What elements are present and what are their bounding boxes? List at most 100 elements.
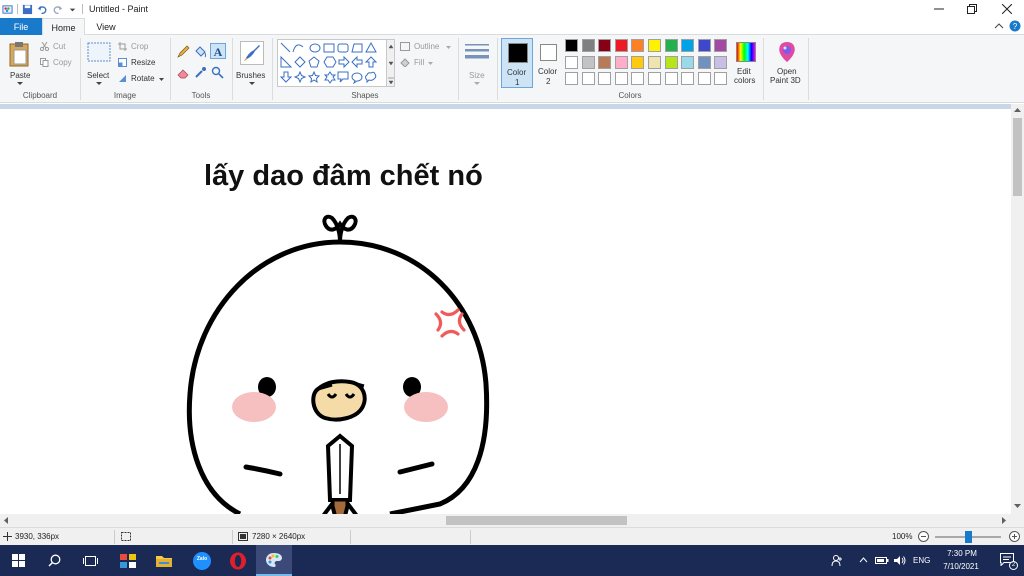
palette-color-swatch[interactable] bbox=[664, 55, 678, 69]
horizontal-scroll-thumb[interactable] bbox=[446, 516, 627, 525]
clock-time[interactable]: 7:30 PM bbox=[940, 549, 984, 558]
palette-color-swatch[interactable] bbox=[631, 55, 645, 69]
paste-button[interactable]: Paste bbox=[4, 39, 36, 87]
notification-center-button[interactable]: 2 bbox=[990, 545, 1024, 576]
palette-color-swatch[interactable] bbox=[598, 39, 612, 52]
help-icon[interactable]: ? bbox=[1009, 20, 1021, 32]
palette-color-swatch[interactable] bbox=[581, 72, 595, 85]
restore-button[interactable] bbox=[955, 0, 989, 18]
scroll-down-icon[interactable] bbox=[1014, 504, 1021, 509]
palette-color-swatch[interactable] bbox=[581, 39, 595, 52]
palette-color-swatch[interactable] bbox=[614, 72, 628, 85]
palette-color-swatch[interactable] bbox=[631, 39, 645, 52]
taskbar-app-photos[interactable] bbox=[110, 545, 146, 576]
palette-color-swatch[interactable] bbox=[681, 55, 695, 69]
palette-color-swatch[interactable] bbox=[565, 55, 578, 69]
palette-color-swatch[interactable] bbox=[664, 39, 678, 52]
shapes-gallery[interactable] bbox=[277, 39, 387, 87]
taskbar-app-paint[interactable] bbox=[256, 545, 292, 576]
brushes-button[interactable]: Brushes bbox=[236, 39, 268, 87]
palette-color-swatch[interactable] bbox=[598, 72, 612, 85]
undo-icon[interactable] bbox=[37, 4, 48, 15]
palette-color-swatch[interactable] bbox=[714, 39, 728, 52]
scroll-right-icon[interactable] bbox=[1002, 517, 1007, 524]
task-view-icon bbox=[82, 555, 98, 566]
color-spectrum-icon bbox=[736, 42, 756, 62]
people-icon[interactable] bbox=[831, 554, 844, 567]
palette-color-swatch[interactable] bbox=[614, 39, 628, 52]
zoom-in-icon[interactable] bbox=[1009, 531, 1020, 542]
palette-color-swatch[interactable] bbox=[598, 55, 612, 69]
palette-color-swatch[interactable] bbox=[681, 39, 695, 52]
pencil-icon[interactable] bbox=[177, 45, 190, 58]
tab-home[interactable]: Home bbox=[42, 18, 85, 36]
fill-button[interactable]: Fill bbox=[400, 57, 440, 69]
close-button[interactable] bbox=[990, 0, 1024, 18]
canvas-caption: lấy dao đâm chết nó bbox=[204, 160, 483, 192]
size-button[interactable]: Size bbox=[462, 39, 492, 87]
taskbar-app-file-explorer[interactable] bbox=[146, 545, 182, 576]
magnifier-icon[interactable] bbox=[211, 66, 224, 79]
palette-color-swatch[interactable] bbox=[581, 55, 595, 69]
zoom-slider-thumb[interactable] bbox=[965, 531, 972, 543]
scroll-left-icon[interactable] bbox=[4, 517, 9, 524]
canvas-area[interactable]: lấy dao đâm chết nó bbox=[0, 104, 1011, 514]
text-tool-button[interactable]: A bbox=[210, 43, 226, 59]
resize-button[interactable]: Resize bbox=[118, 57, 160, 69]
battery-icon[interactable] bbox=[875, 555, 889, 566]
clock-date[interactable]: 7/10/2021 bbox=[938, 562, 984, 571]
palette-color-swatch[interactable] bbox=[664, 72, 678, 85]
color-picker-icon[interactable] bbox=[194, 66, 207, 79]
select-button[interactable]: Select bbox=[84, 39, 114, 87]
color1-button[interactable]: Color 1 bbox=[501, 38, 533, 88]
vertical-scrollbar[interactable] bbox=[1011, 104, 1024, 514]
edit-colors-button[interactable]: Edit colors bbox=[733, 38, 759, 88]
task-view-button[interactable] bbox=[72, 545, 108, 576]
start-button[interactable] bbox=[0, 545, 36, 576]
palette-color-swatch[interactable] bbox=[697, 39, 711, 52]
minimize-button[interactable] bbox=[922, 0, 956, 18]
show-hidden-icons-chevron-icon[interactable] bbox=[859, 557, 868, 563]
tab-file[interactable]: File bbox=[0, 18, 42, 35]
palette-color-swatch[interactable] bbox=[714, 55, 728, 69]
eraser-icon[interactable] bbox=[177, 66, 190, 79]
palette-color-swatch[interactable] bbox=[714, 72, 728, 85]
vertical-scroll-thumb[interactable] bbox=[1013, 118, 1022, 196]
separator bbox=[114, 530, 115, 544]
zoom-out-icon[interactable] bbox=[918, 531, 929, 542]
redo-icon[interactable] bbox=[52, 4, 63, 15]
palette-color-swatch[interactable] bbox=[681, 72, 695, 85]
palette-color-swatch[interactable] bbox=[648, 39, 661, 52]
crop-button[interactable]: Crop bbox=[118, 41, 160, 53]
rounded-rectangle-shape-icon bbox=[337, 43, 349, 53]
shapes-scroll[interactable] bbox=[387, 39, 395, 87]
taskbar-app-zalo[interactable]: Zalo bbox=[184, 545, 220, 576]
palette-color-swatch[interactable] bbox=[648, 55, 661, 69]
taskbar-app-opera[interactable] bbox=[220, 545, 256, 576]
palette-color-swatch[interactable] bbox=[565, 72, 578, 85]
palette-color-swatch[interactable] bbox=[631, 72, 645, 85]
palette-color-swatch[interactable] bbox=[697, 55, 711, 69]
outline-button[interactable]: Outline bbox=[400, 41, 456, 53]
fill-bucket-icon[interactable] bbox=[194, 45, 207, 58]
rotate-button[interactable]: Rotate bbox=[118, 73, 166, 85]
palette-color-swatch[interactable] bbox=[614, 55, 628, 69]
copy-button[interactable]: Copy bbox=[40, 57, 76, 69]
scroll-up-icon[interactable] bbox=[1014, 108, 1021, 113]
language-indicator[interactable]: ENG bbox=[913, 556, 930, 565]
open-paint3d-button[interactable]: Open Paint 3D bbox=[767, 38, 805, 88]
palette-color-swatch[interactable] bbox=[565, 39, 578, 52]
horizontal-scrollbar[interactable] bbox=[0, 514, 1011, 527]
speaker-icon[interactable] bbox=[893, 554, 906, 567]
save-icon[interactable] bbox=[22, 4, 33, 15]
palette-color-swatch[interactable] bbox=[697, 72, 711, 85]
cut-button[interactable]: Cut bbox=[40, 41, 76, 53]
palette-color-swatch[interactable] bbox=[648, 72, 661, 85]
tab-view[interactable]: View bbox=[85, 18, 127, 35]
collapse-ribbon-icon[interactable] bbox=[994, 21, 1004, 31]
separator bbox=[763, 38, 764, 100]
color2-button[interactable]: Color 2 bbox=[535, 38, 563, 88]
search-button[interactable] bbox=[36, 545, 72, 576]
opera-icon bbox=[230, 552, 246, 569]
customize-toolbar-icon[interactable] bbox=[67, 4, 78, 15]
